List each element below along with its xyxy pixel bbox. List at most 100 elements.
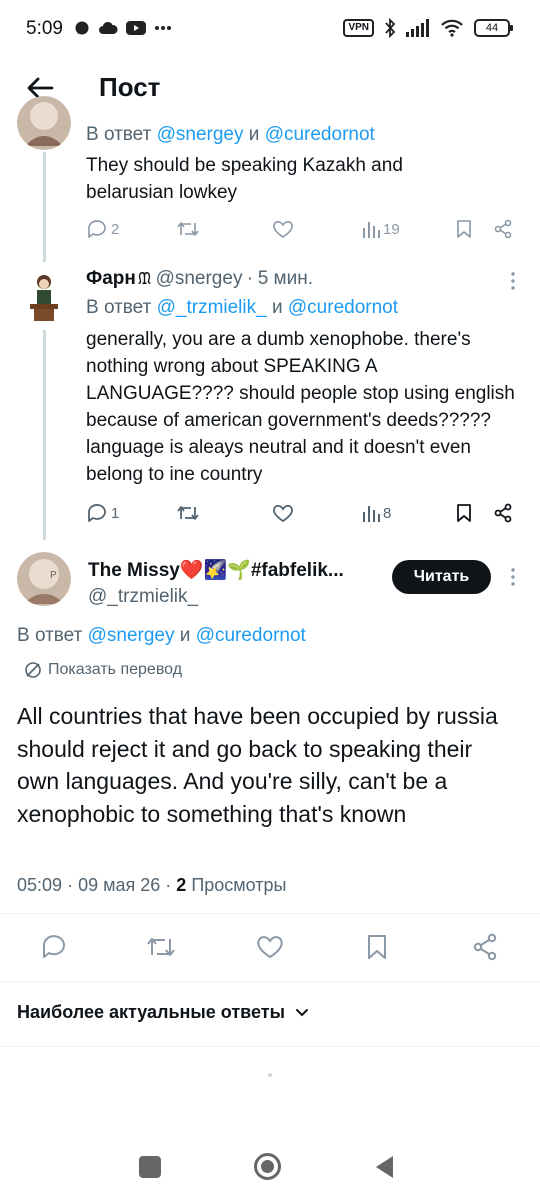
status-bar: 5:09 VPN 44 (0, 0, 540, 62)
bookmark-icon (457, 220, 471, 238)
like-button[interactable] (272, 219, 294, 239)
bluetooth-icon (385, 18, 396, 38)
meta-dot: · (246, 268, 254, 289)
author-handle[interactable]: @snergey (156, 268, 243, 289)
translate-link[interactable]: Показать перевод (24, 661, 182, 679)
reply-prefix: В ответ (86, 124, 152, 145)
mention-link[interactable]: @curedornot (288, 297, 398, 318)
meta-dot: · (165, 875, 172, 895)
meta-dot: · (67, 875, 74, 895)
replies-sort-dropdown[interactable]: Наиболее актуальные ответы (17, 1002, 309, 1023)
retweet-button[interactable] (146, 934, 176, 960)
like-icon (273, 221, 293, 238)
retweet-icon (147, 938, 175, 956)
tweet-date: 09 мая 26 (78, 875, 161, 895)
mention-link[interactable]: @curedornot (265, 124, 375, 145)
more-notifications-icon (155, 26, 171, 30)
retweet-button[interactable] (176, 219, 200, 239)
bookmark-button[interactable] (366, 933, 388, 961)
reply-button[interactable]: 1 (86, 503, 119, 523)
reply-count: 2 (111, 220, 120, 238)
notification-icons (74, 20, 172, 36)
views-count: 8 (383, 504, 392, 522)
follow-button[interactable]: Читать (392, 560, 491, 594)
author-name[interactable]: Фарн (86, 268, 136, 289)
status-time: 5:09 (26, 18, 63, 39)
views-count: 2 (176, 875, 187, 895)
share-icon (494, 503, 512, 523)
bookmark-button[interactable] (456, 219, 472, 239)
views-count: 19 (383, 220, 400, 238)
reply-prefix: В ответ (17, 625, 83, 646)
more-button[interactable] (505, 270, 521, 292)
author-name[interactable]: The Missy❤️🌠🌱#fabfelik... (88, 558, 388, 584)
top-bar: Пост (0, 62, 540, 114)
share-button[interactable] (493, 503, 513, 523)
translate-icon (25, 662, 41, 678)
share-icon (494, 219, 512, 239)
divider (0, 913, 540, 914)
mention-link[interactable]: @curedornot (196, 625, 306, 646)
tweet-reply-context: В ответ @_trzmielik_ и @curedornot (86, 297, 398, 319)
reply-button[interactable] (40, 933, 68, 959)
reply-prefix: В ответ (86, 297, 152, 318)
bookmark-icon (368, 935, 386, 959)
divider (0, 1046, 540, 1047)
views-button[interactable]: 8 (362, 504, 391, 522)
loading-dot (268, 1073, 272, 1077)
retweet-button[interactable] (176, 503, 200, 523)
recents-button[interactable] (139, 1156, 161, 1178)
back-triangle-icon (376, 1156, 393, 1178)
avatar[interactable]: P (17, 552, 71, 606)
home-dot (261, 1160, 274, 1173)
youtube-icon (126, 21, 146, 35)
more-icon (511, 272, 515, 290)
avatar[interactable] (17, 270, 71, 324)
chevron-down-icon (295, 1008, 308, 1016)
mention-link[interactable]: @_trzmielik_ (157, 297, 267, 318)
more-button[interactable] (505, 566, 521, 588)
thread-connector (43, 330, 46, 540)
vpn-badge: VPN (343, 19, 374, 37)
tweet-time: 05:09 (17, 875, 63, 895)
reply-button[interactable]: 2 (86, 219, 119, 239)
tweet-time: 5 мин. (257, 268, 313, 289)
cloud-icon (99, 21, 118, 34)
reply-count: 1 (111, 504, 120, 522)
author-handle[interactable]: @_trzmielik_ (88, 584, 388, 610)
share-icon (473, 933, 497, 961)
divider (0, 981, 540, 982)
mention-link[interactable]: @snergey (88, 625, 175, 646)
bookmark-button[interactable] (456, 503, 472, 523)
system-navigation-bar (0, 1132, 540, 1199)
system-icons: VPN 44 (343, 18, 513, 38)
reply-icon (43, 935, 65, 958)
home-button[interactable] (254, 1153, 281, 1180)
mention-link[interactable]: @snergey (157, 124, 244, 145)
reply-and: и (271, 297, 283, 318)
page-title: Пост (99, 72, 161, 102)
like-button[interactable] (272, 503, 294, 523)
translate-label: Показать перевод (48, 661, 183, 678)
views-icon (363, 222, 380, 238)
reply-icon (88, 220, 106, 238)
retweet-icon (177, 506, 199, 520)
like-button[interactable] (256, 934, 284, 960)
tweet-text: They should be speaking Kazakh and belar… (86, 155, 403, 203)
reply-icon (88, 504, 106, 522)
bookmark-icon (457, 504, 471, 522)
views-label[interactable]: Просмотры (191, 875, 286, 895)
chat-icon (75, 21, 89, 35)
main-author: The Missy❤️🌠🌱#fabfelik... @_trzmielik_ (88, 558, 388, 610)
reply-and: и (248, 124, 260, 145)
battery-indicator: 44 (474, 19, 513, 37)
share-button[interactable] (472, 933, 498, 961)
avatar[interactable] (17, 96, 71, 150)
share-button[interactable] (493, 219, 513, 239)
views-button[interactable]: 19 (362, 220, 400, 238)
wifi-icon (441, 19, 463, 37)
back-nav-button[interactable] (373, 1154, 395, 1185)
main-tweet-text: All countries that have been occupied by… (17, 703, 498, 827)
tweet-meta: 05:09 · 09 мая 26 · 2 Просмотры (17, 875, 286, 896)
tweet-text: generally, you are a dumb xenophobe. the… (86, 329, 515, 485)
